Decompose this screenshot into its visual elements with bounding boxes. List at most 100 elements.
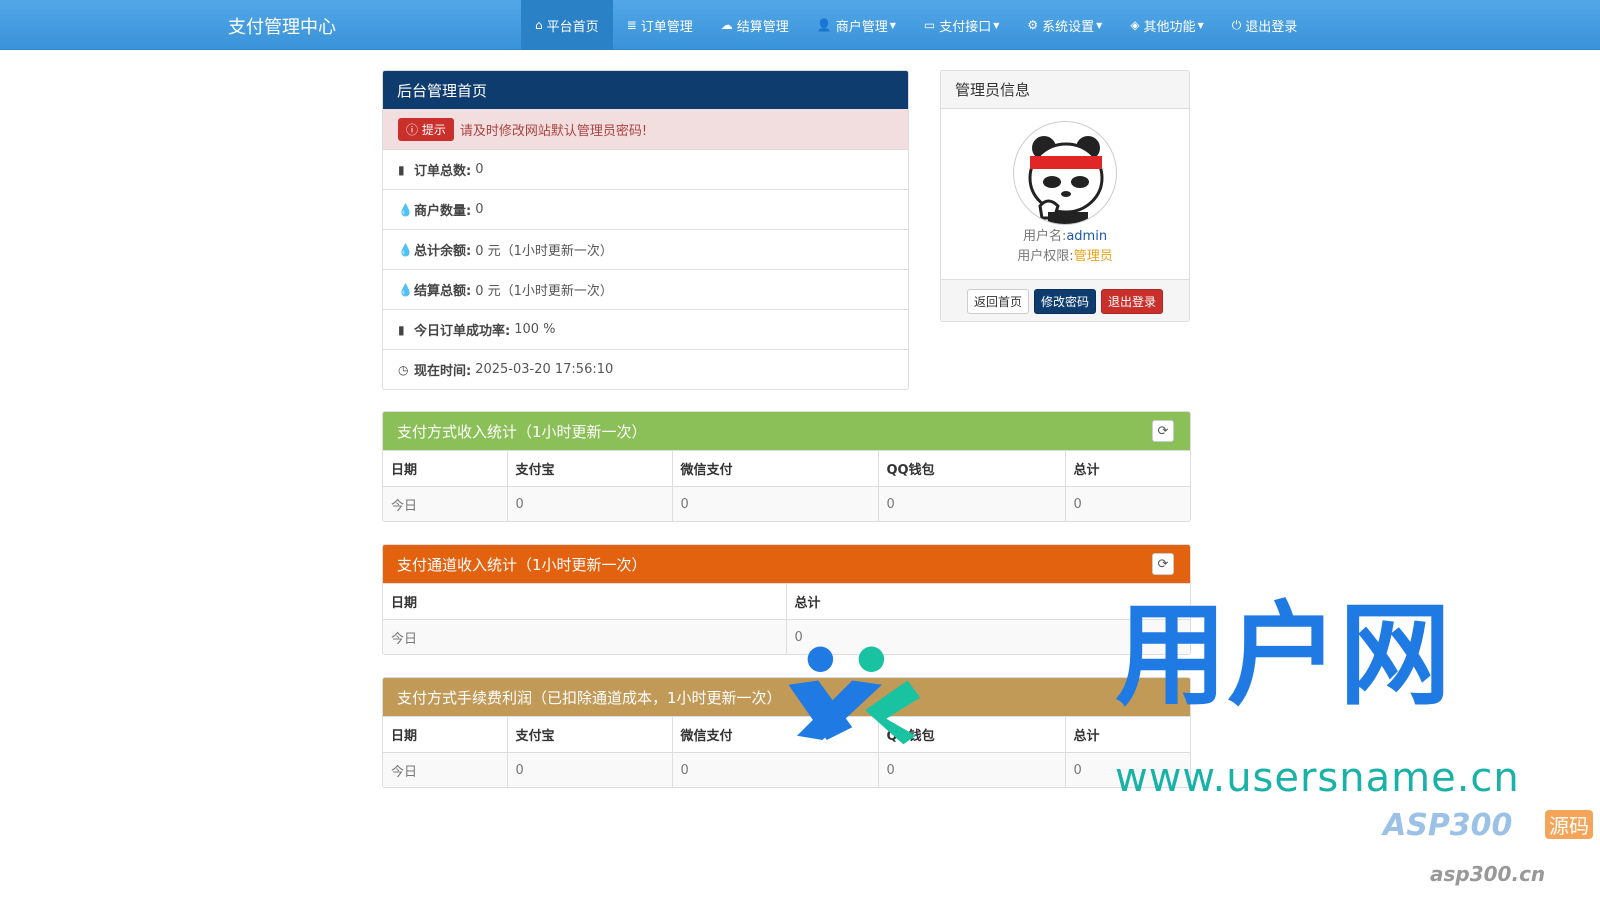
table-cell: 今日 <box>383 486 507 521</box>
admin-panel: 管理员信息 用户名:admin 用户权限:管理员 返回首页 修改密码 退出登录 <box>940 70 1190 322</box>
fee-profit-title: 支付方式手续费利润（已扣除通道成本，1小时更新一次） <box>397 688 782 707</box>
stat-label: 今日订单成功率: <box>414 324 511 339</box>
nav-item-4[interactable]: ▭ 支付接口 ▼ <box>910 0 1014 50</box>
column-header: 日期 <box>383 450 507 487</box>
stat-row: 💧 总计余额: 0 元（1小时更新一次） <box>383 229 908 269</box>
table-cell: 0 <box>671 486 878 521</box>
clock-icon: ◷ <box>398 362 409 377</box>
back-home-button[interactable]: 返回首页 <box>966 289 1029 314</box>
pay-method-income-panel: 支付方式收入统计（1小时更新一次） ⟳ 日期 支付宝 微信支付 QQ钱包 总计 今日 0 0 0… <box>382 411 1191 522</box>
power-icon: ⏻ <box>1231 17 1242 32</box>
panda-avatar-icon <box>1028 136 1104 224</box>
stat-value: 100 % <box>514 322 556 337</box>
table-cell: 0 <box>877 486 1065 521</box>
table-cell: 今日 <box>383 752 507 787</box>
cube-icon: ◈ <box>1130 18 1140 32</box>
column-header: 支付宝 <box>506 450 672 487</box>
stat-row: ▮ 订单总数: 0 <box>383 149 908 189</box>
nav-item-label: 退出登录 <box>1245 19 1298 35</box>
bar-chart-icon: ▮ <box>398 322 405 337</box>
drop-icon: 💧 <box>398 202 413 217</box>
home-icon: ⌂ <box>535 18 543 32</box>
nav-item-2[interactable]: ☁ 结算管理 <box>707 0 803 50</box>
table-cell: 0 <box>506 486 672 521</box>
tip-badge-label: 提示 <box>421 122 446 137</box>
stat-value: 0 元（1小时更新一次） <box>475 244 613 259</box>
refresh-icon[interactable]: ⟳ <box>1152 553 1174 575</box>
dashboard-panel: 后台管理首页 ⓘ 提示 请及时修改网站默认管理员密码! ▮ 订单总数: 0 💧 商户数量… <box>382 70 909 390</box>
tip-text: 请及时修改网站默认管理员密码! <box>459 123 648 139</box>
nav-item-7[interactable]: ⏻ 退出登录 <box>1218 0 1312 50</box>
pay-method-income-table: 日期 支付宝 微信支付 QQ钱包 总计 今日 0 0 0 0 <box>383 450 1190 521</box>
stat-row: ▮ 今日订单成功率: 100 % <box>383 309 908 349</box>
nav-item-0[interactable]: ⌂ 平台首页 <box>521 0 613 50</box>
nav-item-label: 结算管理 <box>736 19 789 35</box>
dashboard-title: 后台管理首页 <box>383 71 908 109</box>
cloud-icon: ☁ <box>720 18 733 32</box>
main-nav: ⌂ 平台首页 ≣ 订单管理 ☁ 结算管理 👤 商户管理 ▼ ▭ 支付接口 ▼ ⚙ 系统设置 ▼ ◈ 其他功能 ▼ ⏻… <box>521 0 1311 50</box>
admin-panel-title: 管理员信息 <box>941 71 1189 109</box>
stat-label: 商户数量: <box>414 204 472 219</box>
avatar <box>1013 121 1117 225</box>
stat-row: 💧 商户数量: 0 <box>383 189 908 229</box>
column-header: 总计 <box>1064 450 1190 487</box>
role-line: 用户权限:管理员 <box>941 247 1189 267</box>
table-row: 今日 0 0 0 0 <box>383 486 1190 521</box>
column-header: QQ钱包 <box>877 450 1065 487</box>
change-password-button[interactable]: 修改密码 <box>1033 289 1096 314</box>
table-cell: 今日 <box>383 619 786 654</box>
username-line: 用户名:admin <box>941 227 1189 247</box>
nav-item-label: 其他功能 <box>1143 19 1196 35</box>
stat-value: 2025-03-20 17:56:10 <box>475 362 614 377</box>
drop-icon: 💧 <box>398 282 413 297</box>
role-label: 用户权限: <box>1017 249 1074 264</box>
logout-button[interactable]: 退出登录 <box>1101 289 1164 314</box>
nav-item-label: 商户管理 <box>835 19 888 35</box>
column-header: 日期 <box>383 583 786 620</box>
channel-income-heading: 支付通道收入统计（1小时更新一次） ⟳ <box>383 545 1190 583</box>
pay-method-income-heading: 支付方式收入统计（1小时更新一次） ⟳ <box>383 412 1190 450</box>
stat-row: ◷ 现在时间: 2025-03-20 17:56:10 <box>383 349 908 389</box>
username-label: 用户名: <box>1022 229 1067 244</box>
column-header: 支付宝 <box>506 716 672 753</box>
top-navbar: 支付管理中心 ⌂ 平台首页 ≣ 订单管理 ☁ 结算管理 👤 商户管理 ▼ ▭ 支付接口 ▼ ⚙ 系统设置 ▼… <box>0 0 1600 50</box>
caret-down-icon: ▼ <box>1096 20 1103 30</box>
channel-income-title: 支付通道收入统计（1小时更新一次） <box>397 555 647 574</box>
nav-item-label: 平台首页 <box>546 19 599 35</box>
pay-method-income-title: 支付方式收入统计（1小时更新一次） <box>397 422 647 441</box>
nav-item-5[interactable]: ⚙ 系统设置 ▼ <box>1013 0 1116 50</box>
list-icon: ≣ <box>626 18 637 32</box>
stat-label: 总计余额: <box>414 244 472 259</box>
refresh-icon[interactable]: ⟳ <box>1152 420 1174 442</box>
watermark-asp: ASP300 <box>1383 808 1513 843</box>
password-alert: ⓘ 提示 请及时修改网站默认管理员密码! <box>383 109 908 149</box>
card-icon: ▭ <box>923 18 936 32</box>
stat-value: 0 <box>475 162 484 177</box>
watermark-src-badge: 源码 <box>1545 810 1593 839</box>
watermark-asp-url: asp300.cn <box>1430 862 1546 886</box>
caret-down-icon: ▼ <box>993 20 1000 30</box>
nav-item-6[interactable]: ◈ 其他功能 ▼ <box>1116 0 1217 50</box>
admin-actions: 返回首页 修改密码 退出登录 <box>941 279 1189 321</box>
info-icon: ⓘ <box>406 122 419 137</box>
tip-badge: ⓘ 提示 <box>398 117 454 141</box>
username-value: admin <box>1066 229 1108 244</box>
nav-item-3[interactable]: 👤 商户管理 ▼ <box>803 0 910 50</box>
brand-title[interactable]: 支付管理中心 <box>228 13 336 39</box>
stat-label: 结算总额: <box>414 284 472 299</box>
table-cell: 0 <box>1064 486 1190 521</box>
bar-chart-icon: ▮ <box>398 162 405 177</box>
role-value: 管理员 <box>1073 249 1113 264</box>
caret-down-icon: ▼ <box>889 20 896 30</box>
stat-value: 0 元（1小时更新一次） <box>475 284 613 299</box>
caret-down-icon: ▼ <box>1197 20 1204 30</box>
stat-row: 💧 结算总额: 0 元（1小时更新一次） <box>383 269 908 309</box>
stat-label: 现在时间: <box>414 364 472 379</box>
watermark-cn-text: 用户网 <box>1115 591 1451 721</box>
user-icon: 👤 <box>816 18 832 32</box>
table-header-row: 日期支付宝微信支付QQ钱包总计 <box>383 450 1190 487</box>
watermark-logo-icon <box>788 646 921 745</box>
table-cell: 0 <box>506 752 672 787</box>
nav-item-1[interactable]: ≣ 订单管理 <box>613 0 707 50</box>
nav-item-label: 订单管理 <box>640 19 693 35</box>
